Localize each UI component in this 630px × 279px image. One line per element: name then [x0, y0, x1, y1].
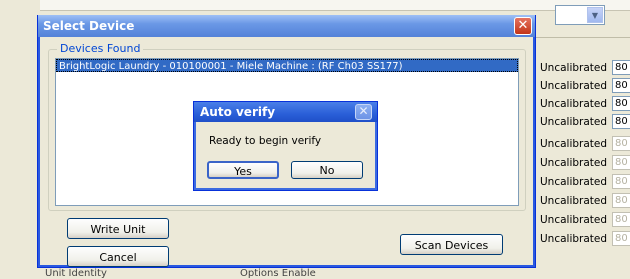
modal-title: Auto verify: [194, 102, 377, 122]
status-label: Uncalibrated: [540, 194, 608, 207]
divider: [535, 37, 630, 38]
cancel-button[interactable]: Cancel: [67, 246, 169, 267]
calibration-row: Uncalibrated 80: [540, 136, 630, 151]
calibration-row: Uncalibrated 80: [540, 212, 630, 227]
status-value-field[interactable]: 80: [612, 212, 630, 227]
status-value-field[interactable]: 80: [612, 193, 630, 208]
calibration-row: Uncalibrated 80: [540, 174, 630, 189]
status-label: Uncalibrated: [540, 137, 608, 150]
device-list-item[interactable]: BrightLogic Laundry - 010100001 - Miele …: [56, 59, 518, 72]
options-enable-label: Options Enable: [240, 268, 316, 279]
status-value-field[interactable]: 80: [612, 174, 630, 189]
modal-message: Ready to begin verify: [209, 135, 322, 147]
background-combo[interactable]: ▼: [555, 5, 605, 25]
status-label: Uncalibrated: [540, 232, 608, 245]
status-value-field[interactable]: 80: [612, 78, 630, 93]
yes-button[interactable]: Yes: [207, 161, 279, 179]
status-value-field[interactable]: 80: [612, 136, 630, 151]
auto-verify-dialog: Auto verify ✕ Ready to begin verify Yes …: [193, 101, 378, 191]
status-value-field[interactable]: 80: [612, 60, 630, 75]
calibration-row: Uncalibrated 80: [540, 231, 630, 246]
status-value-field[interactable]: 80: [612, 96, 630, 111]
calibration-row: Uncalibrated 80: [540, 78, 630, 93]
status-label: Uncalibrated: [540, 115, 608, 128]
close-icon[interactable]: ✕: [514, 17, 532, 35]
write-unit-button[interactable]: Write Unit: [67, 218, 169, 239]
status-value-field[interactable]: 80: [612, 114, 630, 129]
status-value-field[interactable]: 80: [612, 231, 630, 246]
no-button[interactable]: No: [291, 161, 363, 179]
calibration-row: Uncalibrated 80: [540, 96, 630, 111]
unit-identity-label: Unit Identity: [45, 268, 107, 279]
close-icon[interactable]: ✕: [355, 104, 372, 120]
calibration-row: Uncalibrated 80: [540, 114, 630, 129]
status-label: Uncalibrated: [540, 156, 608, 169]
dialog-title: Select Device: [38, 15, 535, 37]
status-label: Uncalibrated: [540, 97, 608, 110]
calibration-row: Uncalibrated 80: [540, 193, 630, 208]
calibration-row: Uncalibrated 80: [540, 155, 630, 170]
scan-devices-button[interactable]: Scan Devices: [400, 234, 503, 255]
calibration-row: Uncalibrated 80: [540, 60, 630, 75]
status-value-field[interactable]: 80: [612, 155, 630, 170]
status-label: Uncalibrated: [540, 79, 608, 92]
status-label: Uncalibrated: [540, 213, 608, 226]
group-label: Devices Found: [57, 42, 144, 55]
chevron-down-icon[interactable]: ▼: [587, 7, 603, 23]
status-label: Uncalibrated: [540, 61, 608, 74]
status-label: Uncalibrated: [540, 175, 608, 188]
background-toolbar: [40, 0, 630, 11]
